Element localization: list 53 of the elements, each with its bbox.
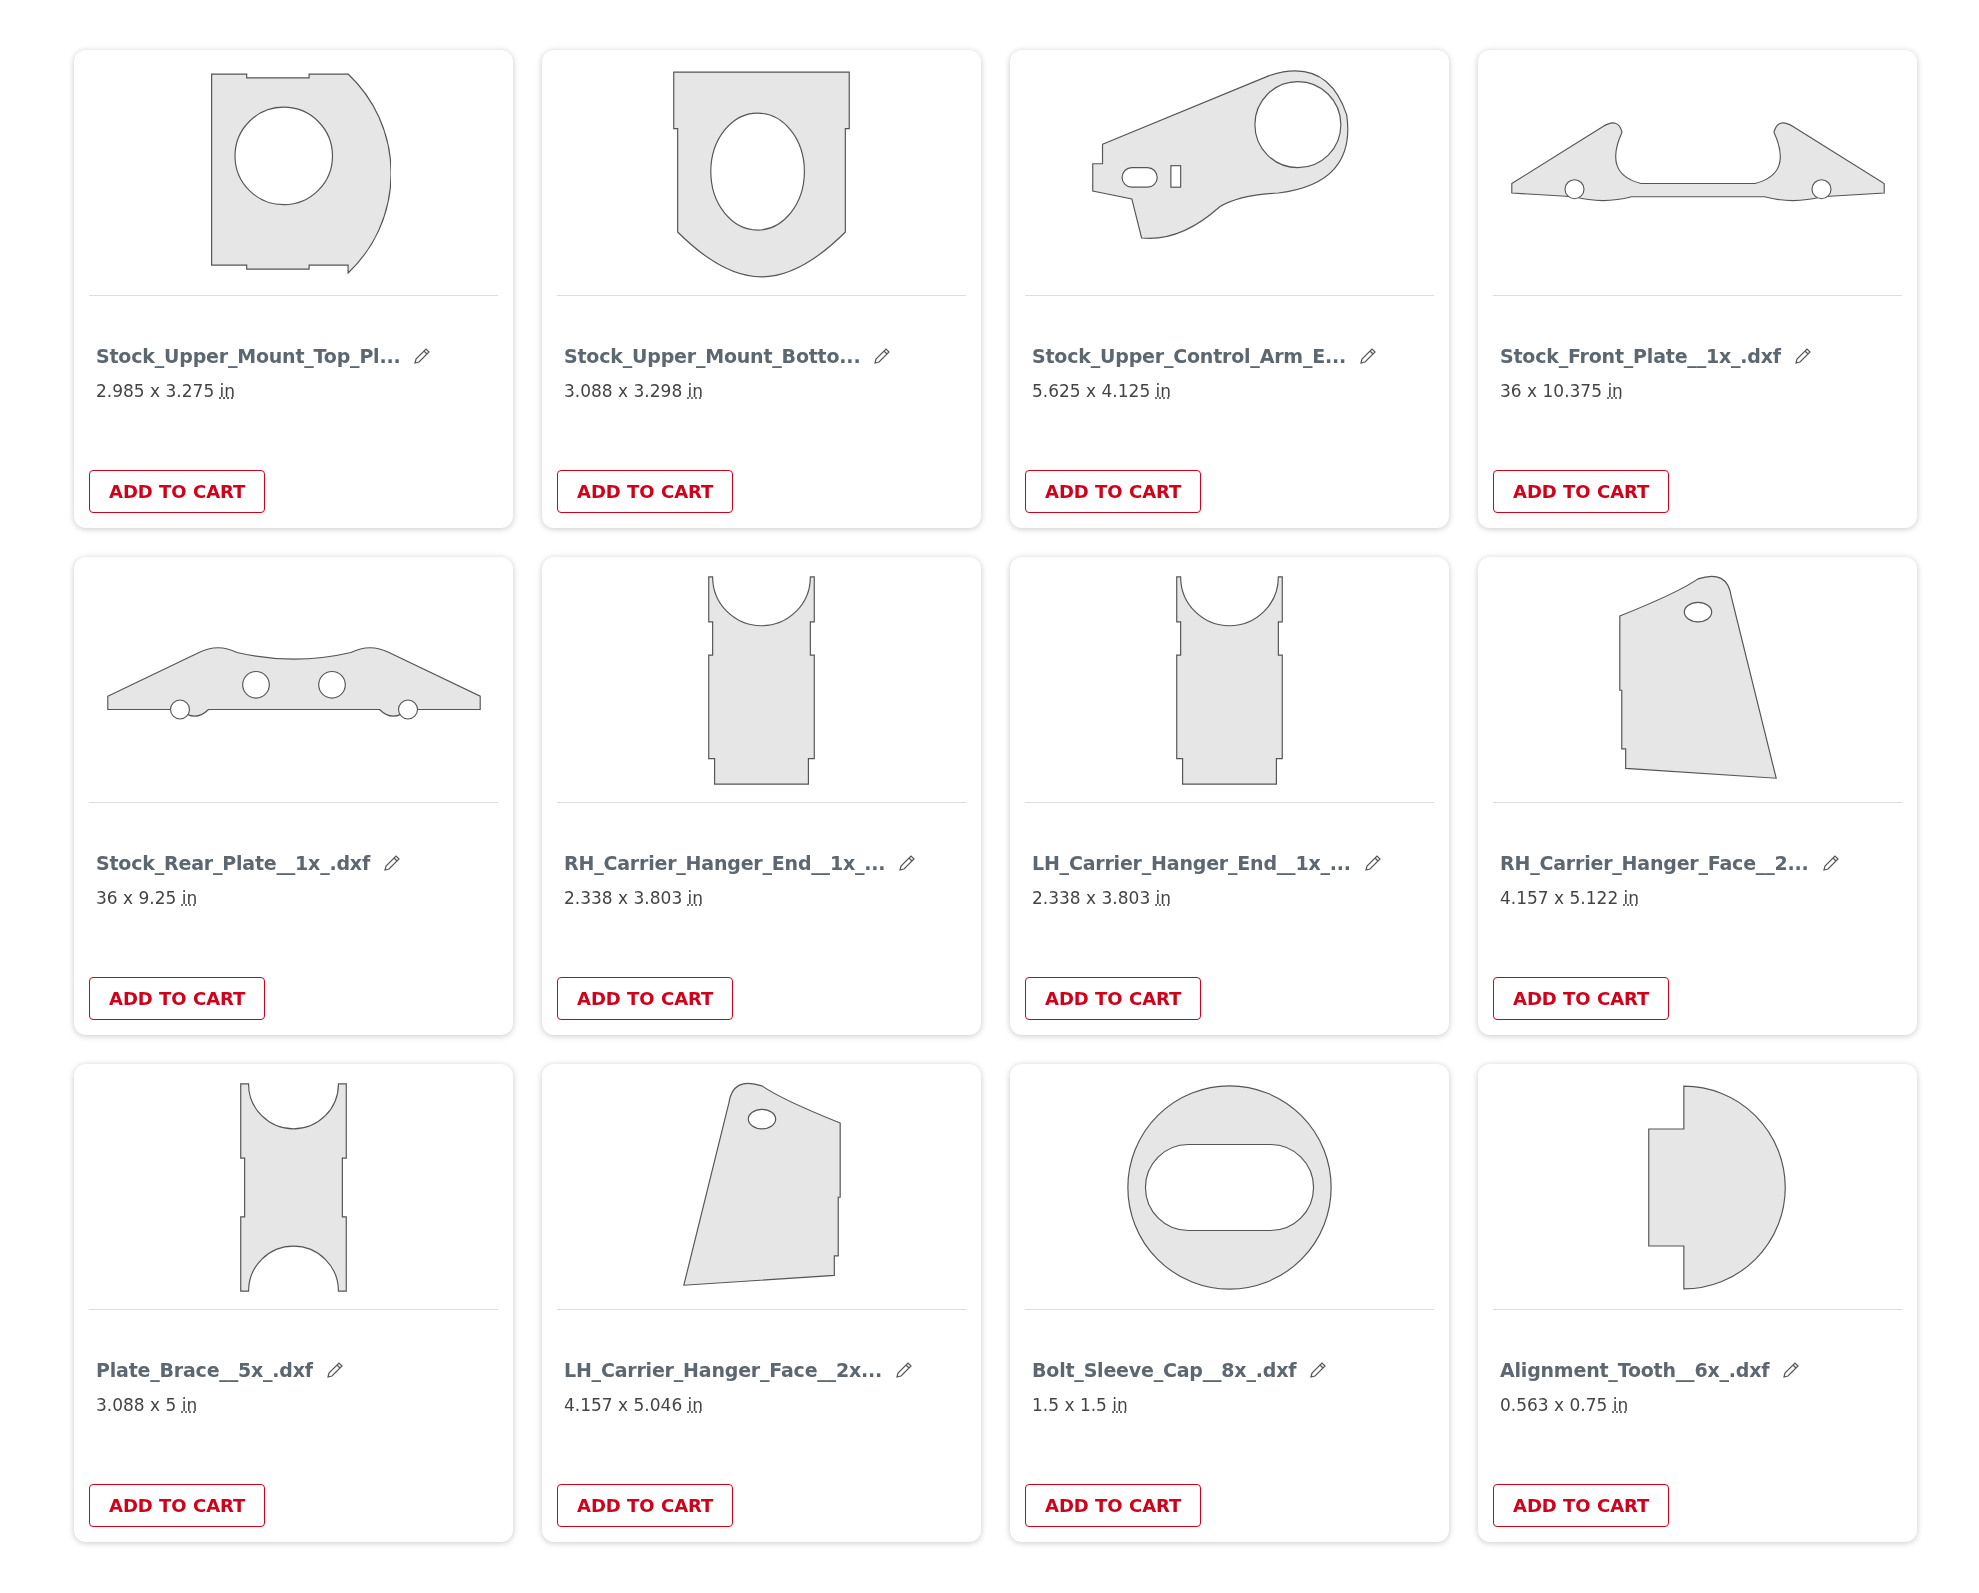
add-to-cart-button[interactable]: ADD TO CART: [557, 976, 734, 1020]
product-title: RH_Carrier_Hanger_End__1x_...: [564, 851, 886, 877]
add-to-cart-button[interactable]: ADD TO CART: [557, 1483, 734, 1527]
product-title: Stock_Upper_Control_Arm_E...: [1032, 344, 1347, 370]
dimensions-text: 36 x 9.25: [96, 887, 177, 908]
add-to-cart-button[interactable]: ADD TO CART: [89, 469, 266, 513]
product-title: Stock_Rear_Plate__1x_.dxf: [96, 851, 370, 877]
product-title: Stock_Front_Plate__1x_.dxf: [1500, 344, 1781, 370]
dimensions-text: 3.088 x 5: [96, 1394, 177, 1415]
product-title: Stock_Upper_Mount_Botto...: [564, 344, 861, 370]
unit-label: in: [687, 1394, 704, 1415]
add-to-cart-button[interactable]: ADD TO CART: [89, 976, 266, 1020]
add-to-cart-button[interactable]: ADD TO CART: [1025, 1483, 1202, 1527]
dimensions-text: 2.338 x 3.803: [564, 887, 683, 908]
product-title: Plate_Brace__5x_.dxf: [96, 1358, 313, 1384]
pencil-icon[interactable]: [324, 1360, 345, 1381]
product-title: LH_Carrier_Hanger_Face__2x...: [564, 1358, 883, 1384]
dimensions-text: 1.5 x 1.5: [1032, 1394, 1107, 1415]
unit-label: in: [1155, 887, 1172, 908]
add-to-cart-button[interactable]: ADD TO CART: [89, 1483, 266, 1527]
dimensions-text: 4.157 x 5.122: [1500, 887, 1619, 908]
unit-label: in: [181, 887, 198, 908]
unit-label: in: [219, 380, 236, 401]
dimensions-text: 2.338 x 3.803: [1032, 887, 1151, 908]
dimensions-text: 2.985 x 3.275: [96, 380, 215, 401]
dimensions-text: 0.563 x 0.75: [1500, 1394, 1608, 1415]
add-to-cart-button[interactable]: ADD TO CART: [1025, 469, 1202, 513]
dimensions-text: 36 x 10.375: [1500, 380, 1602, 401]
pencil-icon[interactable]: [1362, 853, 1383, 874]
unit-label: in: [1112, 1394, 1128, 1415]
dimensions-text: 3.088 x 3.298: [564, 380, 683, 401]
unit-label: in: [1623, 887, 1640, 908]
unit-label: in: [687, 380, 704, 401]
add-to-cart-button[interactable]: ADD TO CART: [557, 469, 734, 513]
unit-label: in: [1155, 380, 1172, 401]
dimensions-text: 4.157 x 5.046: [564, 1394, 683, 1415]
product-title: Bolt_Sleeve_Cap__8x_.dxf: [1032, 1358, 1297, 1384]
unit-label: in: [181, 1394, 198, 1415]
product-title: LH_Carrier_Hanger_End__1x_...: [1032, 851, 1351, 877]
product-title: Stock_Upper_Mount_Top_Pl...: [96, 344, 401, 370]
add-to-cart-button[interactable]: ADD TO CART: [1493, 469, 1670, 513]
unit-label: in: [1607, 380, 1623, 401]
pencil-icon[interactable]: [1792, 346, 1813, 367]
unit-label: in: [1612, 1394, 1629, 1415]
add-to-cart-button[interactable]: ADD TO CART: [1493, 976, 1670, 1020]
pencil-icon[interactable]: [1820, 853, 1841, 874]
add-to-cart-button[interactable]: ADD TO CART: [1025, 976, 1202, 1020]
product-title: RH_Carrier_Hanger_Face__2...: [1500, 851, 1809, 877]
unit-label: in: [687, 887, 704, 908]
add-to-cart-button[interactable]: ADD TO CART: [1493, 1483, 1670, 1527]
pencil-icon[interactable]: [382, 853, 402, 874]
product-title: Alignment_Tooth__6x_.dxf: [1500, 1358, 1770, 1384]
dimensions-text: 5.625 x 4.125: [1032, 380, 1151, 401]
